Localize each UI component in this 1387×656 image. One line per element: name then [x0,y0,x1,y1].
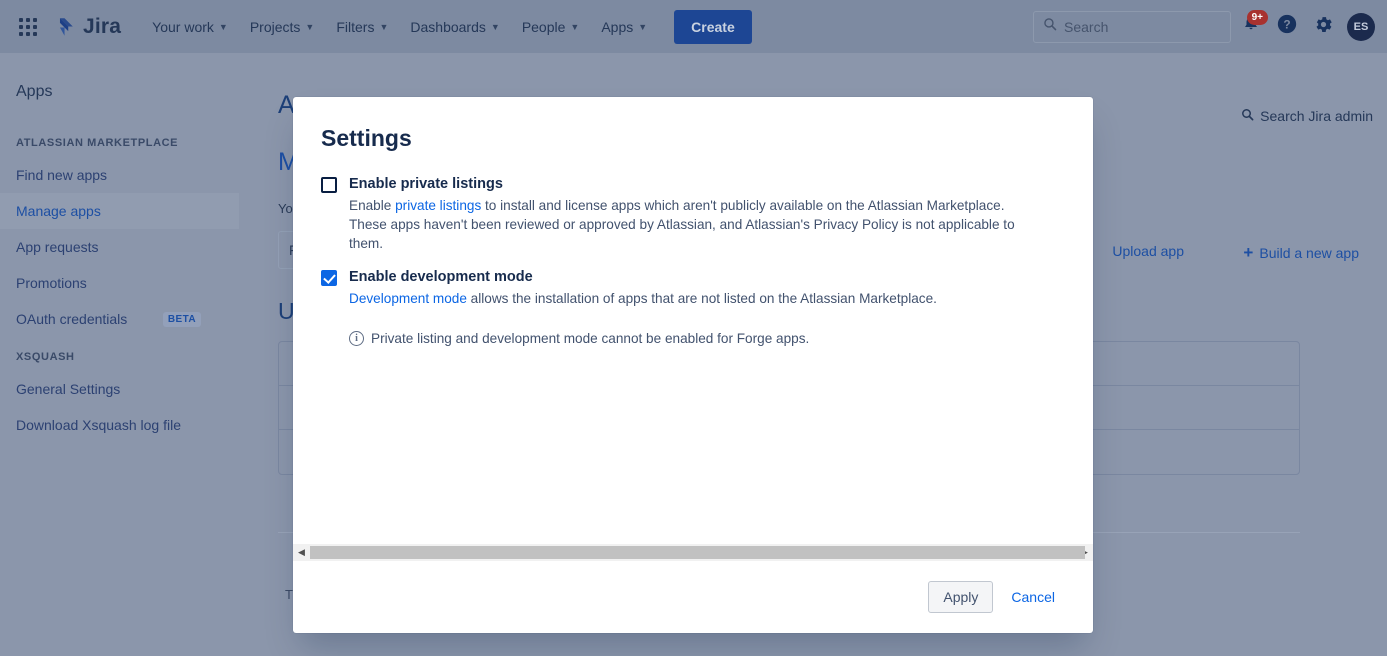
private-listings-checkbox-wrap [321,174,337,253]
option-development-mode: Enable development mode Development mode… [321,267,1065,308]
option-private-listings: Enable private listings Enable private l… [321,174,1065,253]
development-mode-text: Enable development mode Development mode… [349,267,1065,308]
settings-dialog: Settings Enable private listings Enable … [293,97,1093,633]
private-listings-description: Enable private listings to install and l… [349,196,1039,253]
dialog-title: Settings [321,125,1065,152]
info-icon: i [349,331,364,346]
development-mode-checkbox-wrap [321,267,337,308]
development-mode-link[interactable]: Development mode [349,291,467,306]
development-mode-description: Development mode allows the installation… [349,289,1039,308]
page-root: Jira Your work ▼ Projects ▼ Filters ▼ Da… [0,0,1387,656]
private-listings-link[interactable]: private listings [395,198,481,213]
cancel-button[interactable]: Cancel [1001,582,1065,612]
forge-apps-note-text: Private listing and development mode can… [371,329,809,348]
scroll-left-glyph: ◀ [298,548,305,557]
dialog-footer: Apply Cancel [293,561,1093,633]
forge-apps-note: i Private listing and development mode c… [349,329,1065,348]
apply-button[interactable]: Apply [928,581,993,613]
scroll-left-arrow-icon[interactable]: ◀ [293,544,310,561]
private-listings-label[interactable]: Enable private listings [349,174,1065,194]
settings-dialog-body: Settings Enable private listings Enable … [293,97,1093,561]
desc-after: allows the installation of apps that are… [467,291,937,306]
scrollbar-track[interactable] [310,544,1076,561]
development-mode-checkbox[interactable] [321,270,337,286]
private-listings-checkbox[interactable] [321,177,337,193]
development-mode-label[interactable]: Enable development mode [349,267,1065,287]
scrollbar-thumb[interactable] [310,546,1085,559]
private-listings-text: Enable private listings Enable private l… [349,174,1065,253]
dialog-horizontal-scrollbar[interactable]: ◀ ▶ [293,544,1093,561]
desc-before: Enable [349,198,395,213]
